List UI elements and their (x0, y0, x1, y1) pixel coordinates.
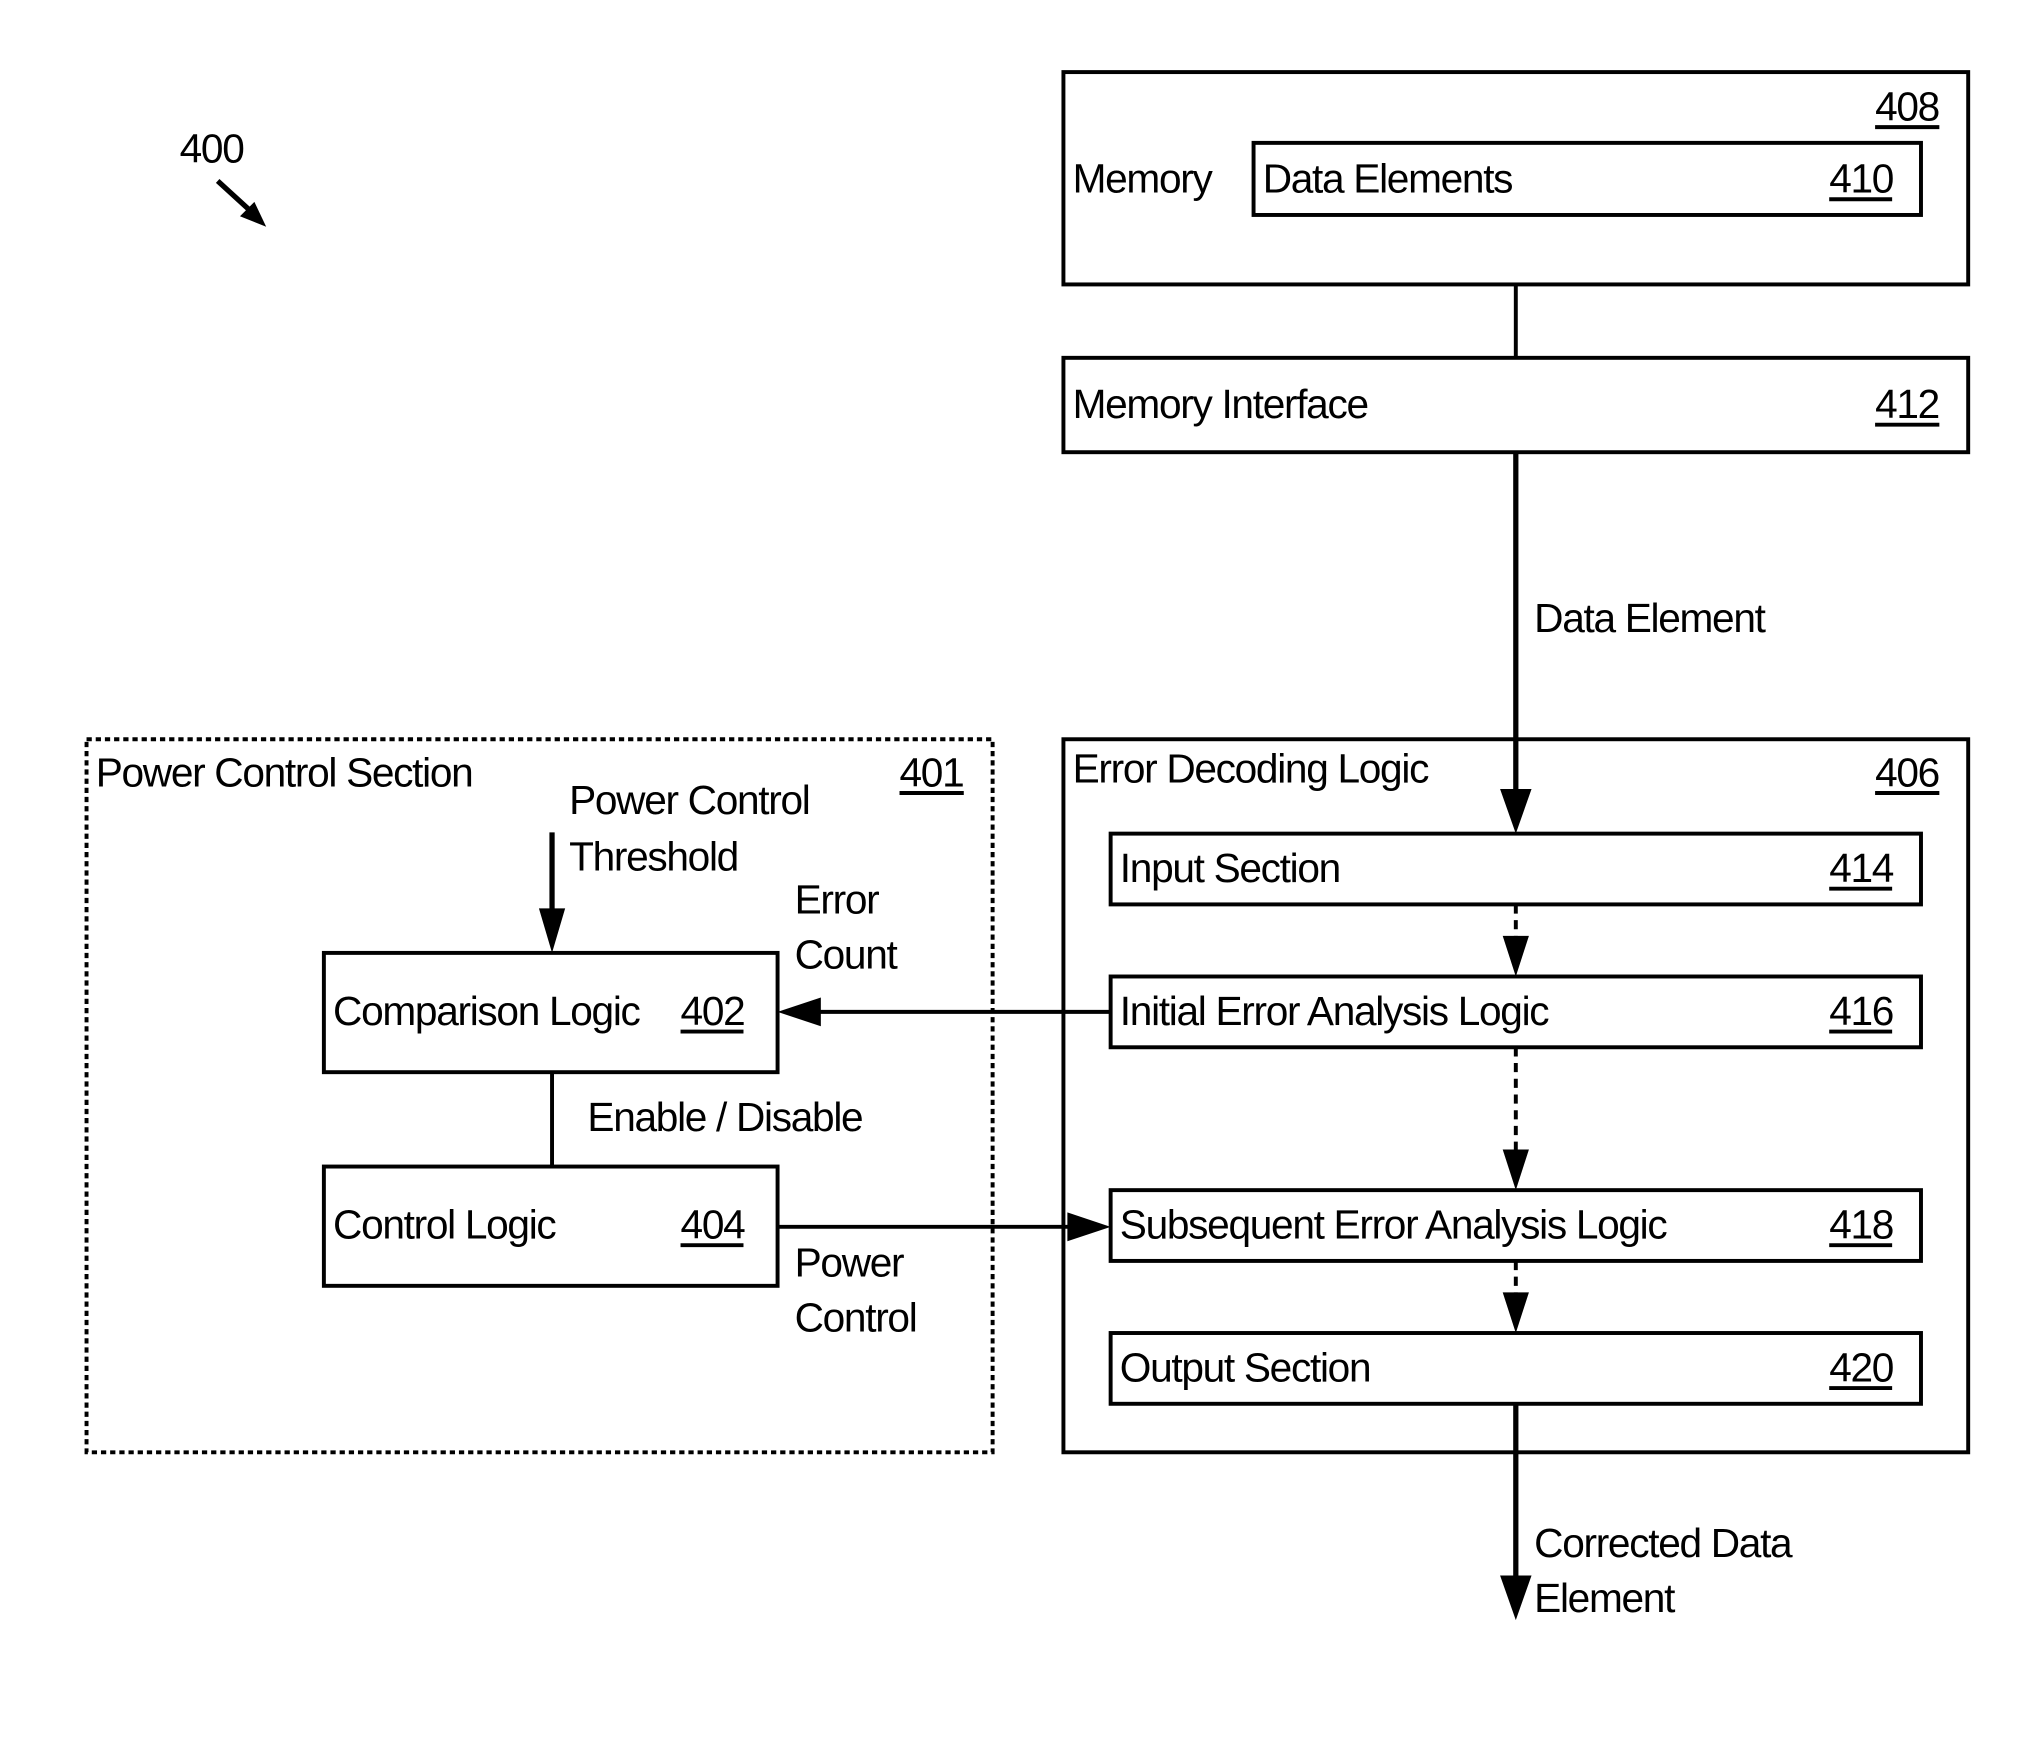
data-element-label: Data Element (1534, 595, 1765, 641)
control-logic-ref: 404 (681, 1202, 746, 1248)
figure-ref-label: 400 (180, 126, 244, 172)
memory-block: Memory 408 Data Elements 410 (1061, 70, 1971, 287)
arrow-head-right-icon (1067, 1212, 1111, 1242)
comparison-logic-ref: 402 (681, 988, 745, 1034)
initial-error-analysis-label: Initial Error Analysis Logic (1120, 988, 1550, 1034)
memory-interface-ref: 412 (1875, 381, 1939, 427)
threshold-arrow (538, 832, 566, 953)
data-elements-label: Data Elements (1263, 156, 1512, 202)
data-element-arrow (1500, 452, 1532, 834)
arrow-head-down-icon (538, 908, 566, 953)
input-section-label: Input Section (1120, 845, 1340, 891)
figure-pointer-arrow-icon (215, 178, 267, 227)
power-control-label-line1: Power (795, 1240, 904, 1286)
comparison-logic-block: Comparison Logic 402 (321, 950, 780, 1075)
power-control-section-title: Power Control Section (96, 749, 473, 795)
input-to-initial-arrow (1502, 904, 1529, 977)
output-section-ref: 420 (1829, 1345, 1893, 1391)
subsequent-error-analysis-block: Subsequent Error Analysis Logic 418 (1108, 1188, 1923, 1263)
error-decoding-logic-title: Error Decoding Logic (1073, 746, 1429, 792)
comparison-logic-label: Comparison Logic (333, 988, 641, 1034)
arrow-head-down-icon (1502, 1292, 1529, 1334)
memory-ref: 408 (1875, 84, 1939, 130)
initial-to-subsequent-arrow (1502, 1047, 1529, 1191)
arrow-head-left-icon (777, 997, 821, 1027)
corrected-data-arrow (1500, 1403, 1532, 1621)
arrow-head-down-icon (1500, 789, 1532, 834)
output-section-block: Output Section 420 (1108, 1331, 1923, 1406)
memory-label: Memory (1073, 156, 1214, 202)
power-control-section-ref: 401 (900, 749, 964, 795)
control-logic-block: Control Logic 404 (321, 1164, 780, 1288)
threshold-label-line2: Threshold (569, 833, 738, 879)
data-elements-ref: 410 (1829, 156, 1893, 202)
power-control-section: Power Control Section 401 Power Control … (84, 737, 995, 1455)
output-section-label: Output Section (1120, 1345, 1370, 1391)
arrow-head-down-icon (1502, 935, 1529, 977)
error-count-label-line1: Error (795, 877, 880, 923)
figure-reference: 400 (180, 126, 267, 227)
threshold-label-line1: Power Control (569, 777, 809, 823)
corrected-data-label-line2: Element (1534, 1575, 1675, 1621)
input-section-ref: 414 (1829, 845, 1894, 891)
initial-error-analysis-block: Initial Error Analysis Logic 416 (1108, 974, 1923, 1050)
power-control-arrow (777, 1212, 1111, 1242)
error-count-label-line2: Count (795, 932, 898, 978)
data-elements-block: Data Elements 410 (1251, 140, 1923, 217)
memory-interface-block: Memory Interface 412 (1061, 355, 1971, 455)
error-decoding-logic-ref: 406 (1875, 749, 1939, 795)
subsequent-to-output-arrow (1502, 1260, 1529, 1334)
subsequent-error-analysis-ref: 418 (1829, 1202, 1893, 1248)
block-diagram: 400 Memory 408 Data Elements 410 Memory … (84, 70, 1971, 1621)
control-logic-label: Control Logic (333, 1202, 556, 1248)
input-section-block: Input Section 414 (1108, 831, 1923, 907)
corrected-data-label-line1: Corrected Data (1534, 1520, 1793, 1566)
initial-error-analysis-ref: 416 (1829, 988, 1893, 1034)
error-count-arrow (777, 997, 1111, 1027)
enable-disable-label: Enable / Disable (587, 1094, 862, 1140)
power-control-label-line2: Control (795, 1295, 917, 1341)
error-decoding-logic-block: Error Decoding Logic 406 Input Section 4… (1061, 737, 1971, 1455)
memory-interface-label: Memory Interface (1073, 381, 1368, 427)
arrow-head-down-icon (1500, 1575, 1532, 1621)
subsequent-error-analysis-label: Subsequent Error Analysis Logic (1120, 1202, 1668, 1248)
arrow-head-down-icon (1502, 1149, 1529, 1191)
